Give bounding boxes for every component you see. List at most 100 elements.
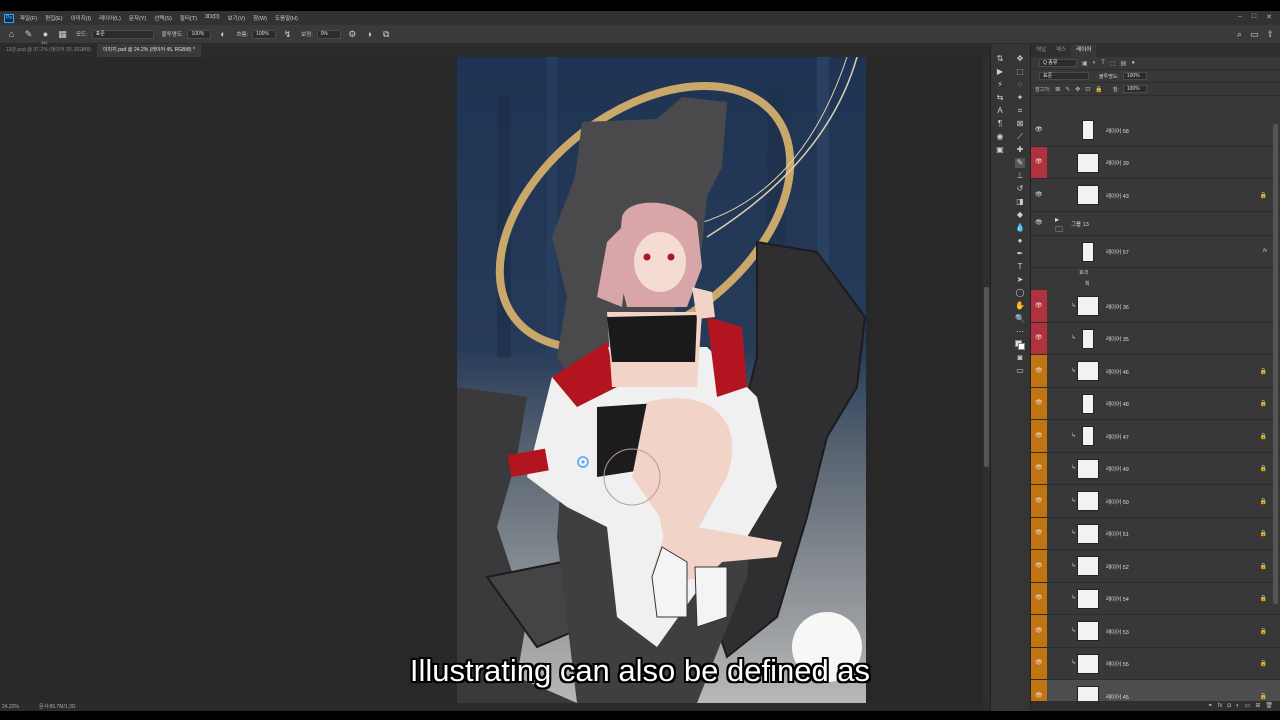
adjustment-icon[interactable]: ◐ <box>1236 701 1240 711</box>
visibility-eye-icon[interactable]: 👁 <box>1035 367 1043 375</box>
filter-adjust-icon[interactable]: ◐ <box>1093 60 1097 66</box>
hand-tool-icon[interactable]: ✋ <box>1015 301 1025 311</box>
layer-name[interactable]: 레이어 47 <box>1106 433 1129 441</box>
visibility-eye-icon[interactable]: 👁 <box>1035 529 1043 537</box>
brush-tool-icon[interactable]: ✎ <box>23 29 34 40</box>
visibility-eye-icon[interactable]: 👁 <box>1035 334 1043 342</box>
eraser-icon[interactable]: ◨ <box>1015 197 1025 207</box>
artwork-canvas[interactable] <box>457 57 866 703</box>
brush-preset-icon[interactable]: ● 151 <box>40 29 51 45</box>
visibility-eye-icon[interactable]: 👁 <box>1035 594 1043 602</box>
visibility-eye-icon[interactable]: 👁 <box>1035 692 1043 700</box>
layer-row[interactable]: 👁 ↳ 레이어 51 🔒 <box>1031 517 1280 550</box>
layer-name[interactable]: 레이어 43 <box>1106 192 1129 200</box>
filter-pixel-icon[interactable]: ▣ <box>1082 60 1088 67</box>
new-layer-icon[interactable]: ⊞ <box>1255 701 1260 711</box>
visibility-eye-icon[interactable]: 👁 <box>1035 497 1043 505</box>
lock-all-icon[interactable]: 🔒 <box>1095 86 1102 93</box>
menu-item[interactable]: 필터(T) <box>180 14 197 22</box>
document-tab[interactable]: 13강.psd @ 37.2% (레이어 20, RGB/8) <box>0 44 97 57</box>
layer-row[interactable]: 👁 ↳ 레이어 52 🔒 <box>1031 550 1280 583</box>
dodge-tool-icon[interactable]: ● <box>1015 236 1025 246</box>
home-icon[interactable]: ⌂ <box>6 29 17 40</box>
close-icon[interactable]: ✕ <box>1266 13 1272 21</box>
menu-item[interactable]: 선택(S) <box>154 14 171 22</box>
layer-row[interactable]: 👁 레이어 58 <box>1031 114 1280 147</box>
layer-row[interactable]: 👁 ↳ 레이어 46 🔒 <box>1031 355 1280 388</box>
smoothing-field[interactable]: 0% <box>316 29 341 39</box>
layer-row[interactable]: 👁 레이어 43 🔒 <box>1031 179 1280 212</box>
layer-name[interactable]: 레이어 45 <box>1106 693 1129 701</box>
layer-row[interactable]: 👁 ↳ 레이어 49 🔒 <box>1031 452 1280 485</box>
menu-item[interactable]: 레이어(L) <box>99 14 121 22</box>
layer-name[interactable]: 레이어 58 <box>1106 127 1129 135</box>
filter-type-icon[interactable]: T <box>1101 60 1105 66</box>
mode-select[interactable]: 표준 <box>91 29 154 39</box>
layers-scrollbar[interactable] <box>1273 124 1278 604</box>
lock-pixels-icon[interactable]: ✎ <box>1065 86 1070 93</box>
menu-item[interactable]: 보기(V) <box>228 14 245 22</box>
visibility-eye-icon[interactable]: 👁 <box>1035 464 1043 472</box>
pen-tool-icon[interactable]: ✒ <box>1015 249 1025 259</box>
layer-effect-row[interactable]: 효과 <box>1031 268 1280 279</box>
properties-icon[interactable]: ⇆ <box>995 93 1005 103</box>
layer-row[interactable]: 👁 ↳ 레이어 47 🔒 <box>1031 420 1280 453</box>
menu-item[interactable]: 이미지(I) <box>71 14 91 22</box>
layer-name[interactable]: 그룹 13 <box>1071 220 1089 228</box>
tab-paths[interactable]: 패스 <box>1051 44 1071 57</box>
color-icon[interactable]: ◉ <box>995 132 1005 142</box>
layer-name[interactable]: 레이어 49 <box>1106 465 1129 473</box>
brush-settings-icon[interactable]: ▦ <box>57 29 68 40</box>
blend-mode-select[interactable]: 표준 <box>1039 72 1089 80</box>
layer-name[interactable]: 레이어 52 <box>1106 563 1129 571</box>
filter-smart-icon[interactable]: ▤ <box>1121 60 1127 67</box>
quick-mask-icon[interactable]: ◙ <box>1015 353 1025 363</box>
layer-name[interactable]: 레이어 50 <box>1106 498 1129 506</box>
visibility-eye-icon[interactable]: 👁 <box>1035 399 1043 407</box>
layer-name[interactable]: 레이어 36 <box>1106 303 1129 311</box>
layer-effect-row[interactable]: 획 <box>1031 279 1280 290</box>
eyedropper-icon[interactable]: ⟋ <box>1015 132 1025 142</box>
fx-icon[interactable]: fx <box>1218 701 1223 711</box>
layer-name[interactable]: 레이어 39 <box>1106 159 1129 167</box>
tab-layers[interactable]: 레이어 <box>1071 44 1097 57</box>
history-brush-tool-icon[interactable]: ↺ <box>1015 184 1025 194</box>
healing-brush-icon[interactable]: ✚ <box>1015 145 1025 155</box>
lock-position-icon[interactable]: ✥ <box>1075 86 1080 93</box>
shape-tool-icon[interactable]: ◯ <box>1015 288 1025 298</box>
history-brush-icon[interactable]: ⇅ <box>995 54 1005 64</box>
color-swatch-icon[interactable] <box>1015 340 1025 350</box>
layer-row[interactable]: 👁 레이어 48 🔒 <box>1031 387 1280 420</box>
visibility-eye-icon[interactable]: 👁 <box>1035 302 1043 310</box>
flow-field[interactable]: 100% <box>252 29 277 39</box>
swatches-icon[interactable]: ▣ <box>995 145 1005 155</box>
workspace-icon[interactable]: ▭ <box>1250 29 1259 40</box>
frame-tool-icon[interactable]: ⊠ <box>1015 119 1025 129</box>
menu-item[interactable]: 파일(F) <box>20 14 37 22</box>
menu-item[interactable]: 창(W) <box>253 14 267 22</box>
tab-channels[interactable]: 채널 <box>1031 44 1051 57</box>
move-tool-icon[interactable]: ✥ <box>1015 54 1025 64</box>
link-layers-icon[interactable]: ⚭ <box>1208 701 1213 711</box>
fill-field[interactable]: 100% <box>1122 85 1147 93</box>
opacity-field[interactable]: 100% <box>187 29 212 39</box>
layer-row[interactable]: 👁 ↳ 레이어 54 🔒 <box>1031 582 1280 615</box>
layer-row[interactable]: 👁 레이어 39 <box>1031 146 1280 179</box>
canvas-scrollbar[interactable] <box>983 57 990 703</box>
path-selection-icon[interactable]: ➤ <box>1015 275 1025 285</box>
search-icon[interactable]: ⌕ <box>1237 29 1242 40</box>
adjust-icon[interactable]: ⚡ <box>995 80 1005 90</box>
layer-row[interactable]: 레이어 57 fx <box>1031 235 1280 268</box>
character-icon[interactable]: A <box>995 106 1005 116</box>
layer-name[interactable]: 레이어 51 <box>1106 530 1129 538</box>
add-mask-icon[interactable]: ◘ <box>1227 701 1231 711</box>
scrollbar-thumb[interactable] <box>984 287 989 467</box>
crop-tool-icon[interactable]: ⌗ <box>1015 106 1025 116</box>
minimize-icon[interactable]: – <box>1238 13 1242 21</box>
fx-badge-icon[interactable]: fx <box>1263 248 1267 254</box>
layer-group-row[interactable]: 👁 ▸ 🗀 그룹 13 <box>1031 211 1280 236</box>
layer-row[interactable]: 👁 ↳ 레이어 35 <box>1031 322 1280 355</box>
type-tool-icon[interactable]: T <box>1015 262 1025 272</box>
lock-artboard-icon[interactable]: ⊡ <box>1085 86 1090 93</box>
layer-name[interactable]: 레이어 53 <box>1106 628 1129 636</box>
